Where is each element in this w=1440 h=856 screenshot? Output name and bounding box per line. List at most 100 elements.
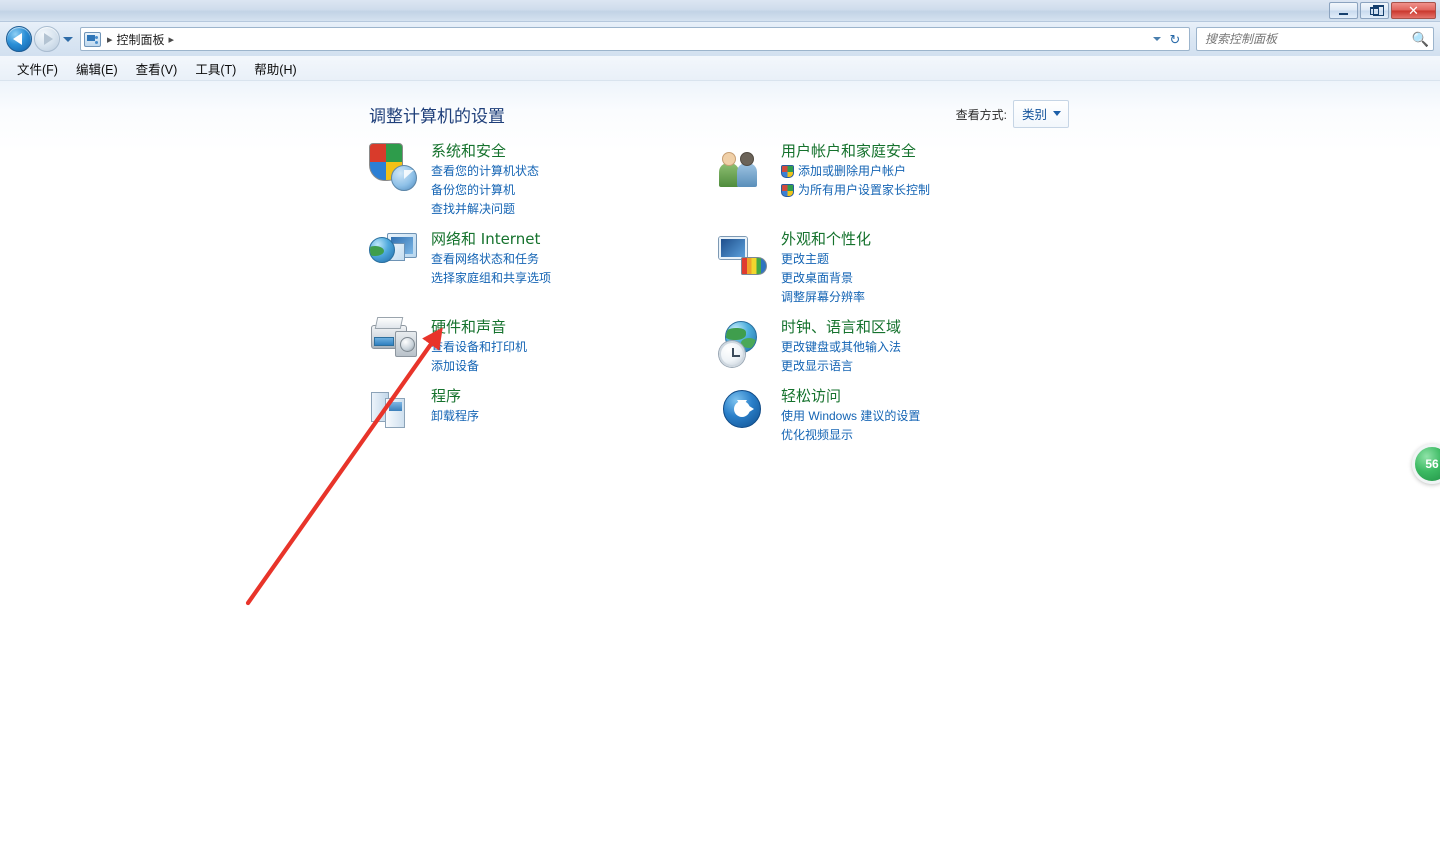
category-title-appearance[interactable]: 外观和个性化 bbox=[781, 229, 871, 249]
chevron-down-icon bbox=[63, 36, 73, 42]
window-controls: ✕ bbox=[1329, 2, 1436, 19]
content-header: 调整计算机的设置 查看方式: 类别 bbox=[369, 100, 1069, 128]
link-add-or-remove-user-accounts[interactable]: 添加或删除用户帐户 bbox=[781, 162, 930, 181]
control-panel-icon bbox=[84, 31, 101, 47]
link-label: 优化视频显示 bbox=[781, 428, 854, 442]
link-view-network-status[interactable]: 查看网络状态和任务 bbox=[431, 250, 551, 269]
refresh-button[interactable]: ↻ bbox=[1165, 30, 1185, 49]
view-by-control: 查看方式: 类别 bbox=[956, 100, 1069, 128]
back-arrow-icon bbox=[13, 33, 22, 45]
back-button[interactable] bbox=[6, 26, 32, 52]
link-label: 更改主题 bbox=[781, 252, 830, 266]
recent-locations-button[interactable] bbox=[60, 26, 76, 52]
breadcrumb-separator-icon: ▸ bbox=[107, 33, 113, 46]
view-by-value: 类别 bbox=[1021, 108, 1047, 122]
link-change-desktop-background[interactable]: 更改桌面背景 bbox=[781, 269, 871, 288]
close-button[interactable]: ✕ bbox=[1391, 2, 1436, 19]
category-title-clock-language-region[interactable]: 时钟、语言和区域 bbox=[781, 317, 901, 337]
category-programs: 程序 卸载程序 bbox=[369, 386, 719, 445]
display-palette-icon[interactable] bbox=[719, 231, 767, 279]
link-label: 使用 Windows 建议的设置 bbox=[781, 409, 921, 423]
link-uninstall-a-program[interactable]: 卸载程序 bbox=[431, 407, 479, 426]
link-set-up-parental-controls[interactable]: 为所有用户设置家长控制 bbox=[781, 181, 930, 200]
software-box-icon[interactable] bbox=[369, 388, 417, 436]
link-label: 备份您的计算机 bbox=[431, 183, 516, 197]
category-title-network-and-internet[interactable]: 网络和 Internet bbox=[431, 229, 551, 249]
category-user-accounts-and-family-safety: 用户帐户和家庭安全 添加或删除用户帐户 为所有用户设置家长控制 bbox=[719, 141, 1069, 219]
link-add-a-device[interactable]: 添加设备 bbox=[431, 357, 527, 376]
menu-item-edit[interactable]: 编辑(E) bbox=[67, 57, 127, 80]
category-title-ease-of-access[interactable]: 轻松访问 bbox=[781, 386, 920, 406]
menu-bar: 文件(F) 编辑(E) 查看(V) 工具(T) 帮助(H) bbox=[0, 56, 1440, 81]
address-input[interactable]: ▸ 控制面板 ▸ ↻ bbox=[80, 27, 1190, 51]
link-change-keyboards-or-input-methods[interactable]: 更改键盘或其他输入法 bbox=[781, 338, 901, 357]
link-label: 更改显示语言 bbox=[781, 359, 854, 373]
category-grid: 系统和安全 查看您的计算机状态 备份您的计算机 查找并解决问题 用户帐户和家庭安… bbox=[369, 141, 1089, 455]
printer-speaker-icon[interactable] bbox=[369, 319, 417, 367]
link-use-windows-suggested-settings[interactable]: 使用 Windows 建议的设置 bbox=[781, 407, 920, 426]
link-label: 为所有用户设置家长控制 bbox=[798, 183, 931, 197]
link-label: 添加或删除用户帐户 bbox=[798, 164, 907, 178]
search-input[interactable] bbox=[1203, 31, 1412, 47]
menu-item-help[interactable]: 帮助(H) bbox=[245, 57, 305, 80]
chevron-down-icon bbox=[1053, 111, 1061, 116]
network-icon[interactable] bbox=[369, 231, 417, 279]
link-label: 添加设备 bbox=[431, 359, 480, 373]
category-network-and-internet: 网络和 Internet 查看网络状态和任务 选择家庭组和共享选项 bbox=[369, 229, 719, 307]
link-view-computer-status[interactable]: 查看您的计算机状态 bbox=[431, 162, 539, 181]
link-change-theme[interactable]: 更改主题 bbox=[781, 250, 871, 269]
link-optimize-visual-display[interactable]: 优化视频显示 bbox=[781, 426, 920, 445]
link-label: 查找并解决问题 bbox=[431, 202, 516, 216]
view-by-label: 查看方式: bbox=[955, 108, 1007, 122]
address-dropdown-icon[interactable] bbox=[1153, 37, 1161, 41]
link-choose-homegroup-options[interactable]: 选择家庭组和共享选项 bbox=[431, 269, 551, 288]
link-label: 更改桌面背景 bbox=[781, 271, 854, 285]
link-label: 查看网络状态和任务 bbox=[431, 252, 540, 266]
close-icon: ✕ bbox=[1408, 3, 1419, 18]
menu-item-tools[interactable]: 工具(T) bbox=[186, 57, 245, 80]
category-clock-language-and-region: 时钟、语言和区域 更改键盘或其他输入法 更改显示语言 bbox=[719, 317, 1069, 376]
forward-arrow-icon bbox=[44, 33, 53, 45]
content-area: 调整计算机的设置 查看方式: 类别 系统和安全 查看您的计算机状态 备份您的计算… bbox=[0, 81, 1440, 856]
link-label: 卸载程序 bbox=[431, 409, 480, 423]
category-title-user-accounts[interactable]: 用户帐户和家庭安全 bbox=[781, 141, 930, 161]
category-title-programs[interactable]: 程序 bbox=[431, 386, 479, 406]
menu-item-file[interactable]: 文件(F) bbox=[8, 57, 67, 80]
people-icon[interactable] bbox=[719, 143, 767, 191]
breadcrumb-separator-icon-2[interactable]: ▸ bbox=[169, 33, 175, 46]
category-ease-of-access: 轻松访问 使用 Windows 建议的设置 优化视频显示 bbox=[719, 386, 1069, 445]
control-panel-window: ✕ ▸ 控制面板 ▸ ↻ 🔍 文件(F) 编辑(E) 查看(V bbox=[0, 0, 1440, 856]
link-backup-computer[interactable]: 备份您的计算机 bbox=[431, 181, 539, 200]
link-label: 更改键盘或其他输入法 bbox=[781, 340, 902, 354]
minimize-button[interactable] bbox=[1329, 2, 1358, 19]
link-view-devices-and-printers[interactable]: 查看设备和打印机 bbox=[431, 338, 527, 357]
globe-clock-icon[interactable] bbox=[719, 319, 767, 367]
category-appearance-and-personalization: 外观和个性化 更改主题 更改桌面背景 调整屏幕分辨率 bbox=[719, 229, 1069, 307]
category-title-hardware-and-sound[interactable]: 硬件和声音 bbox=[431, 317, 527, 337]
menu-item-view[interactable]: 查看(V) bbox=[127, 57, 187, 80]
link-label: 查看您的计算机状态 bbox=[431, 164, 540, 178]
shield-icon[interactable] bbox=[369, 143, 417, 191]
page-title: 调整计算机的设置 bbox=[369, 106, 505, 127]
uac-shield-icon bbox=[781, 184, 794, 197]
forward-button[interactable] bbox=[34, 26, 60, 52]
side-badge[interactable]: 56 bbox=[1412, 444, 1440, 484]
link-find-and-fix-problems[interactable]: 查找并解决问题 bbox=[431, 200, 539, 219]
link-adjust-screen-resolution[interactable]: 调整屏幕分辨率 bbox=[781, 288, 871, 307]
search-box[interactable]: 🔍 bbox=[1196, 27, 1434, 51]
link-change-display-language[interactable]: 更改显示语言 bbox=[781, 357, 901, 376]
link-label: 选择家庭组和共享选项 bbox=[431, 271, 552, 285]
link-label: 查看设备和打印机 bbox=[431, 340, 528, 354]
ease-of-access-icon[interactable] bbox=[719, 388, 767, 436]
link-label: 调整屏幕分辨率 bbox=[781, 290, 866, 304]
maximize-icon bbox=[1370, 4, 1384, 16]
breadcrumb-item-control-panel[interactable]: 控制面板 bbox=[117, 31, 165, 48]
category-hardware-and-sound: 硬件和声音 查看设备和打印机 添加设备 bbox=[369, 317, 719, 376]
view-by-dropdown[interactable]: 类别 bbox=[1012, 100, 1069, 128]
category-title-system-and-security[interactable]: 系统和安全 bbox=[431, 141, 539, 161]
address-bar: ▸ 控制面板 ▸ ↻ 🔍 bbox=[0, 22, 1440, 56]
uac-shield-icon bbox=[781, 165, 794, 178]
maximize-button[interactable] bbox=[1360, 2, 1389, 19]
search-icon: 🔍 bbox=[1411, 30, 1429, 47]
minimize-icon bbox=[1339, 12, 1348, 15]
